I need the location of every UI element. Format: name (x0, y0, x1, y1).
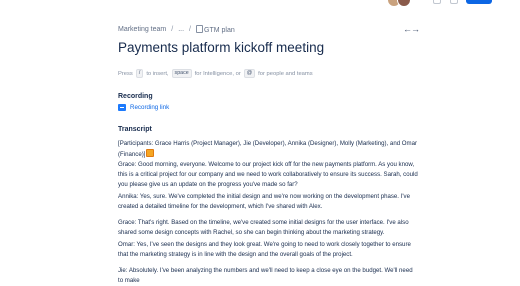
participants-line: [Participants: Grace Harris (Project Man… (118, 139, 418, 160)
transcript-line: Jie: Absolutely. I've been analyzing the… (118, 267, 413, 284)
hint-text: to insert, (146, 70, 169, 77)
page-icon (196, 25, 203, 33)
breadcrumb: Marketing team / ... / GTM plan (118, 25, 235, 34)
at-key: @ (243, 69, 256, 78)
breadcrumb-space[interactable]: Marketing team (118, 26, 166, 33)
hint-text: for people and teams (258, 70, 313, 77)
recording-link-label: Recording link (130, 104, 170, 111)
breadcrumb-page[interactable]: GTM plan (196, 25, 235, 34)
inline-emoji-icon (146, 149, 155, 157)
transcript-line: Omar: Yes, I've seen the designs and the… (118, 241, 411, 258)
avatar[interactable] (397, 0, 411, 7)
participants-text: [Participants: Grace Harris (Project Man… (118, 140, 418, 158)
editor-placeholder-hint[interactable]: Press / to insert, space for Intelligenc… (118, 69, 313, 78)
breadcrumb-separator: / (189, 26, 191, 33)
transcript-heading: Transcript (118, 126, 152, 133)
recording-link[interactable]: Recording link (118, 104, 169, 111)
recording-icon (118, 104, 126, 111)
hint-text: Press (118, 70, 133, 77)
primary-action-button[interactable] (466, 0, 492, 4)
breadcrumb-page-label: GTM plan (204, 27, 235, 34)
page-title[interactable]: Payments platform kickoff meeting (118, 40, 324, 55)
top-toolbar (0, 0, 520, 7)
toolbar-icon[interactable] (450, 0, 458, 4)
slash-key: / (135, 69, 144, 78)
space-key: space (171, 69, 192, 78)
transcript-line: Grace: That's right. Based on the timeli… (118, 219, 409, 236)
recording-heading: Recording (118, 93, 153, 100)
hint-text: for Intelligence, or (194, 70, 241, 77)
collaborator-avatars[interactable] (387, 0, 411, 7)
expand-icon[interactable]: ←→ (403, 24, 420, 34)
transcript-line: Grace: Good morning, everyone. Welcome t… (118, 161, 418, 188)
breadcrumb-separator: / (171, 26, 174, 33)
breadcrumb-ellipsis[interactable]: ... (178, 26, 184, 33)
toolbar-icon[interactable] (433, 0, 441, 4)
transcript-line: Annika: Yes, sure. We've completed the i… (118, 193, 410, 210)
